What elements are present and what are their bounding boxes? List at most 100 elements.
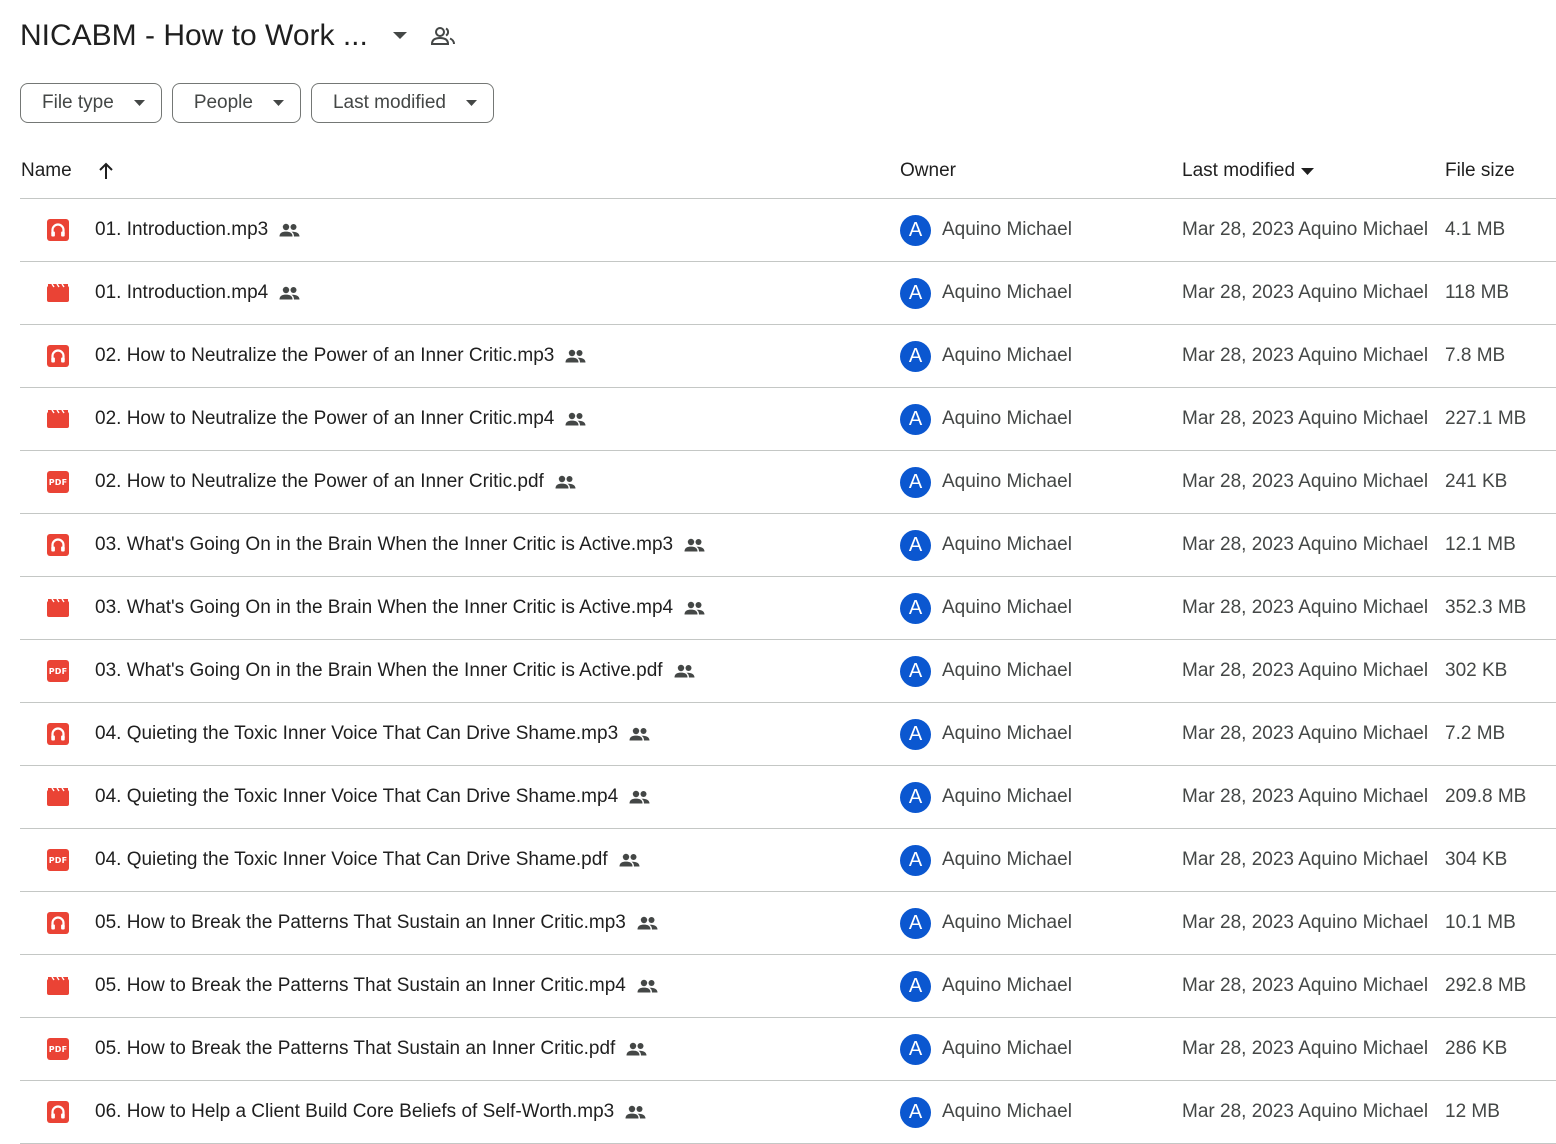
shared-folder-icon[interactable] [430,23,456,49]
file-name: 03. What's Going On in the Brain When th… [95,534,674,555]
file-row[interactable]: 05. How to Break the Patterns That Susta… [20,955,1556,1018]
owner-avatar[interactable]: A [900,529,931,561]
owner-avatar[interactable]: A [900,403,931,435]
file-size-cell: 118 MB [1445,282,1510,303]
owner-avatar[interactable]: A [900,592,931,624]
file-row[interactable]: 03. What's Going On in the Brain When th… [20,577,1556,640]
dropdown-arrow-icon [466,100,477,106]
owner-name: Aquino Michael [942,597,1072,618]
owner-avatar[interactable]: A [900,718,931,750]
people-filter[interactable]: People [171,83,301,123]
owner-cell: A Aquino Michael [900,514,1072,576]
last-modified-cell: Mar 28, 2023 Aquino Michael [1182,345,1429,366]
owner-avatar[interactable]: A [900,781,931,813]
last-modified-column-label: Last modified [1182,160,1296,181]
file-row[interactable]: PDF 02. How to Neutralize the Power of an… [20,451,1556,514]
file-name-cell[interactable]: 03. What's Going On in the Brain When th… [95,514,705,576]
file-name: 03. What's Going On in the Brain When th… [95,660,663,681]
owner-avatar[interactable]: A [900,655,931,687]
file-row[interactable]: PDF 05. How to Break the Patterns That Su… [20,1018,1556,1081]
file-name-cell[interactable]: 04. Quieting the Toxic Inner Voice That … [95,766,650,828]
file-name: 02. How to Neutralize the Power of an In… [95,345,555,366]
file-name-cell[interactable]: 01. Introduction.mp4 [95,262,300,324]
pdf-file-icon: PDF [46,1018,70,1080]
file-row[interactable]: 04. Quieting the Toxic Inner Voice That … [20,703,1556,766]
shared-icon [555,475,576,489]
file-name-cell[interactable]: 06. How to Help a Client Build Core Beli… [95,1081,646,1143]
last-modified-cell: Mar 28, 2023 Aquino Michael [1182,408,1429,429]
last-modified-cell: Mar 28, 2023 Aquino Michael [1182,975,1429,996]
file-size-cell: 292.8 MB [1445,975,1527,996]
owner-name: Aquino Michael [942,1038,1072,1059]
file-row[interactable]: PDF 03. What's Going On in the Brain When… [20,640,1556,703]
folder-menu-caret-icon[interactable] [388,24,412,48]
owner-name: Aquino Michael [942,1101,1072,1122]
file-name: 04. Quieting the Toxic Inner Voice That … [95,849,608,870]
file-name-cell[interactable]: 02. How to Neutralize the Power of an In… [95,451,576,513]
file-row[interactable]: 01. Introduction.mp4 A Aquino Michael Mar 2… [20,262,1556,325]
owner-name: Aquino Michael [942,345,1072,366]
file-name-cell[interactable]: 05. How to Break the Patterns That Susta… [95,955,658,1017]
file-row[interactable]: 02. How to Neutralize the Power of an In… [20,325,1556,388]
file-size-cell: 286 KB [1445,1038,1508,1059]
dropdown-arrow-icon [272,100,284,106]
owner-avatar[interactable]: A [900,907,931,939]
owner-avatar[interactable]: A [900,1033,931,1065]
shared-icon [625,1105,646,1119]
audio-file-icon [46,514,70,576]
shared-icon [629,790,650,804]
video-file-icon [46,388,70,450]
file-name-cell[interactable]: 02. How to Neutralize the Power of an In… [95,388,586,450]
file-row[interactable]: 04. Quieting the Toxic Inner Voice That … [20,766,1556,829]
pdf-file-icon: PDF [46,640,70,702]
owner-cell: A Aquino Michael [900,1081,1072,1143]
owner-avatar[interactable]: A [900,466,931,498]
file-name-cell[interactable]: 05. How to Break the Patterns That Susta… [95,1018,647,1080]
last-modified-filter[interactable]: Last modified [310,83,494,123]
name-column-header[interactable]: Name [21,160,114,182]
file-row[interactable]: 06. How to Help a Client Build Core Beli… [20,1081,1556,1144]
file-name-cell[interactable]: 03. What's Going On in the Brain When th… [95,577,705,639]
folder-title[interactable]: NICABM - How to Work ... [20,19,368,53]
shared-icon [684,601,705,615]
file-name-cell[interactable]: 04. Quieting the Toxic Inner Voice That … [95,829,640,891]
file-name: 03. What's Going On in the Brain When th… [95,597,674,618]
last-modified-column-header[interactable]: Last modified [1182,160,1315,182]
owner-name: Aquino Michael [942,534,1072,555]
last-modified-cell: Mar 28, 2023 Aquino Michael [1182,597,1429,618]
file-size-cell: 227.1 MB [1445,408,1527,429]
file-row[interactable]: PDF 04. Quieting the Toxic Inner Voice Th… [20,829,1556,892]
audio-file-icon [46,199,70,261]
sort-ascending-arrow-icon[interactable] [98,162,114,180]
owner-avatar[interactable]: A [900,277,931,309]
file-row[interactable]: 01. Introduction.mp3 A Aquino Michael Mar 2… [20,199,1556,262]
file-name-cell[interactable]: 03. What's Going On in the Brain When th… [95,640,695,702]
last-modified-cell: Mar 28, 2023 Aquino Michael [1182,471,1429,492]
owner-column-header[interactable]: Owner [900,160,956,182]
owner-avatar[interactable]: A [900,970,931,1002]
file-name-cell[interactable]: 04. Quieting the Toxic Inner Voice That … [95,703,650,765]
pdf-file-icon: PDF [46,829,70,891]
owner-cell: A Aquino Michael [900,766,1072,828]
file-row[interactable]: 03. What's Going On in the Brain When th… [20,514,1556,577]
file-size-cell: 12.1 MB [1445,534,1516,555]
owner-avatar[interactable]: A [900,1096,931,1128]
file-type-filter[interactable]: File type [20,83,162,123]
file-size-column-header[interactable]: File size [1445,160,1515,182]
last-modified-cell: Mar 28, 2023 Aquino Michael [1182,282,1429,303]
shared-icon [565,412,586,426]
file-row[interactable]: 05. How to Break the Patterns That Susta… [20,892,1556,955]
owner-avatar[interactable]: A [900,214,931,246]
owner-cell: A Aquino Michael [900,829,1072,891]
shared-icon [684,538,705,552]
file-list: Name Owner Last modified File size 01. I… [20,144,1556,1144]
owner-avatar[interactable]: A [900,340,931,372]
owner-cell: A Aquino Michael [900,199,1072,261]
file-name-cell[interactable]: 05. How to Break the Patterns That Susta… [95,892,658,954]
file-size-cell: 10.1 MB [1445,912,1516,933]
file-name-cell[interactable]: 01. Introduction.mp3 [95,199,300,261]
owner-avatar[interactable]: A [900,844,931,876]
file-row[interactable]: 02. How to Neutralize the Power of an In… [20,388,1556,451]
shared-icon [565,349,586,363]
file-name-cell[interactable]: 02. How to Neutralize the Power of an In… [95,325,586,387]
